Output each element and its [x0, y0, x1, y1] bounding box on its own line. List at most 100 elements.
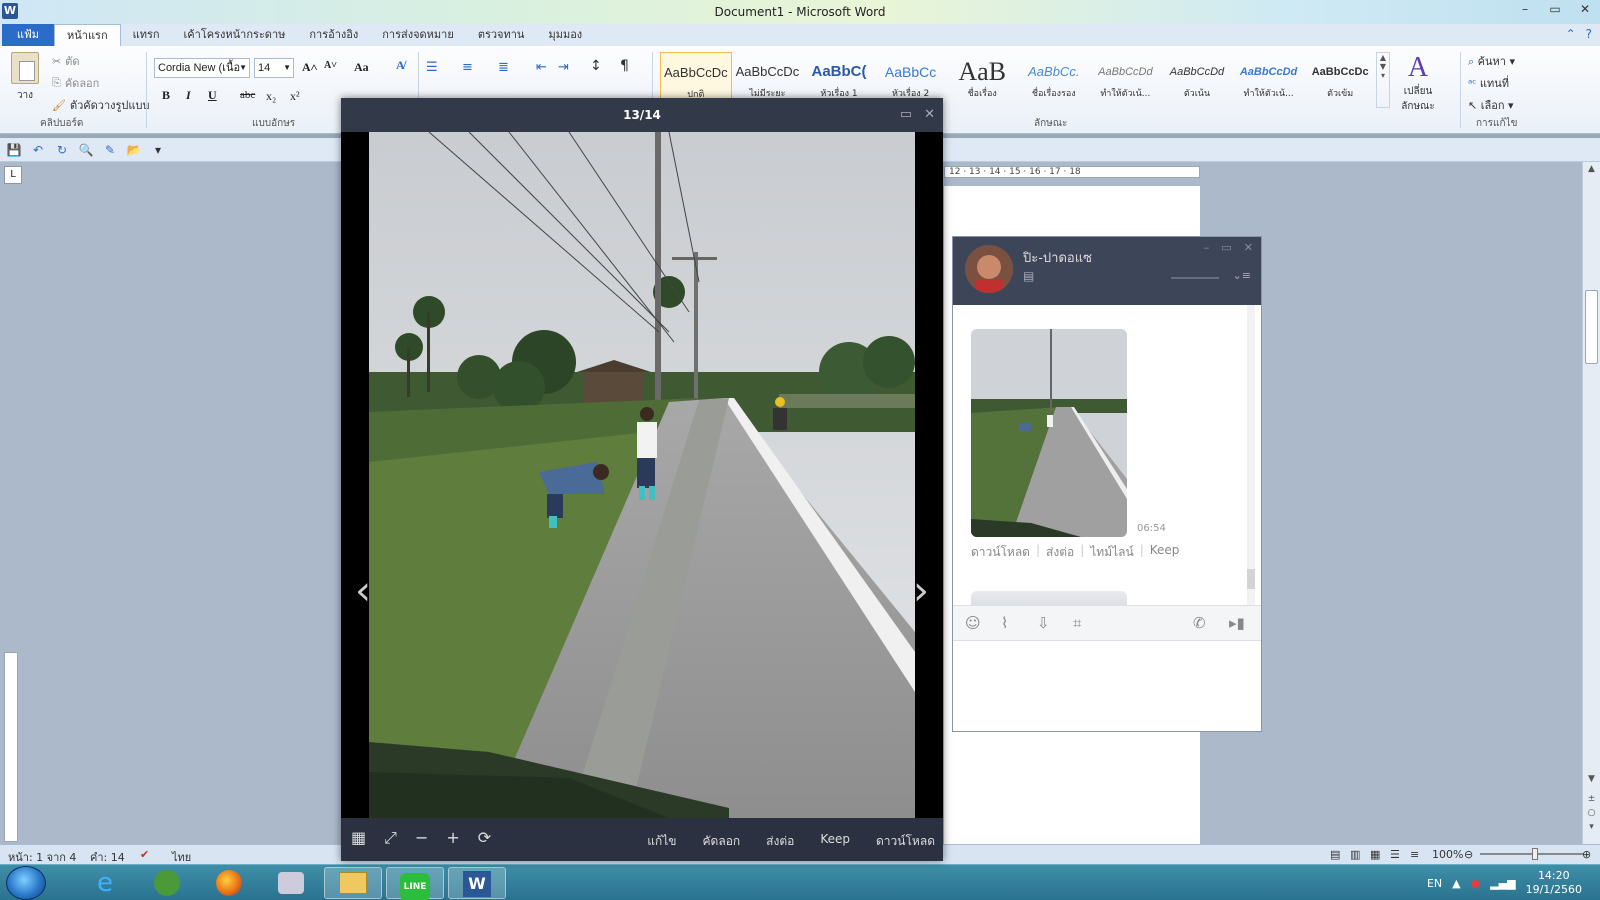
rotate-icon[interactable]: ⟳ — [478, 828, 491, 848]
format-painter-button[interactable]: 🖌 ตัวคัดวางรูปแบบ — [52, 96, 149, 114]
find-button[interactable]: ⌕ ค้นหา ▾ — [1468, 52, 1515, 74]
previous-page-icon[interactable]: ± — [1583, 794, 1600, 804]
scroll-up-icon[interactable]: ▲ — [1583, 164, 1600, 174]
zoom-level[interactable]: 100% — [1432, 848, 1463, 861]
previous-image-button[interactable]: ‹ — [355, 568, 371, 614]
avatar[interactable] — [965, 245, 1013, 293]
emoji-icon[interactable]: ☺ — [965, 614, 981, 632]
firefox-icon[interactable] — [200, 867, 258, 899]
zoom-slider[interactable] — [1480, 848, 1584, 860]
minimize-button[interactable]: – — [1510, 0, 1540, 20]
show-hidden-icons-icon[interactable]: ▲ — [1452, 877, 1460, 890]
attachment-icon[interactable]: ⌇ — [1001, 614, 1008, 632]
close-icon[interactable]: ✕ — [924, 98, 935, 132]
forward-button[interactable]: ส่งต่อ — [766, 832, 794, 851]
vertical-scrollbar[interactable]: ▲ ▼ ± ○ ▾ — [1582, 162, 1600, 844]
tab-insert[interactable]: แทรก — [121, 24, 172, 46]
close-button[interactable]: ✕ — [1570, 0, 1600, 20]
antivirus-icon[interactable]: ● — [1471, 877, 1481, 890]
style-intense-emphasis[interactable]: AaBbCcDd ทำให้ตัวเน้... — [1233, 52, 1305, 108]
underline-button[interactable]: U — [208, 88, 217, 103]
open-folder-icon[interactable]: 📂 — [126, 142, 142, 158]
scroll-down-icon[interactable]: ▼ — [1583, 774, 1600, 784]
photo-message[interactable] — [971, 591, 1127, 605]
video-call-icon[interactable]: ▸▮ — [1229, 614, 1245, 632]
clock[interactable]: 14:20 19/1/2560 — [1526, 869, 1582, 897]
bold-button[interactable]: B — [162, 88, 170, 103]
grow-font-button[interactable]: A˄ — [302, 60, 318, 75]
next-page-icon[interactable]: ▾ — [1583, 822, 1600, 832]
restore-button[interactable]: ▭ — [1540, 0, 1570, 20]
keep-button[interactable]: Keep — [820, 832, 850, 851]
italic-button[interactable]: I — [186, 88, 191, 103]
menu-icon[interactable]: ⌄≡ — [1233, 269, 1251, 282]
style-emphasis[interactable]: AaBbCcDd ตัวเน้น — [1161, 52, 1233, 108]
help-icon[interactable]: ? — [1586, 27, 1592, 41]
signal-icon[interactable]: ▂▄▆ — [1490, 877, 1515, 890]
phone-icon[interactable]: ✆ — [1193, 614, 1206, 632]
tab-view[interactable]: มุมมอง — [536, 24, 594, 46]
language-bar[interactable]: EN — [1427, 877, 1442, 890]
chat-scrollbar[interactable] — [1247, 305, 1255, 605]
zoom-in-icon[interactable]: + — [446, 828, 459, 848]
download-button[interactable]: ดาวน์โหลด — [876, 832, 935, 851]
maximize-icon[interactable]: ▭ — [1221, 241, 1231, 254]
expand-icon[interactable]: ⤢ — [384, 828, 397, 848]
message-input[interactable] — [953, 641, 1261, 731]
styles-scroll[interactable]: ▲ ▼ ▾ — [1376, 52, 1390, 108]
grid-icon[interactable]: ▦ — [351, 828, 366, 848]
select-button[interactable]: ↖ เลือก ▾ — [1468, 96, 1515, 118]
superscript-button[interactable]: x² — [290, 89, 300, 104]
tab-references[interactable]: การอ้างอิง — [297, 24, 370, 46]
style-subtitle[interactable]: AaBbCc. ชื่อเรื่องรอง — [1018, 52, 1090, 108]
keep-link[interactable]: Keep — [1150, 543, 1180, 562]
app-green-icon[interactable] — [138, 867, 196, 899]
edit-icon[interactable]: ✎ — [102, 142, 118, 158]
zoom-out-icon[interactable]: − — [415, 828, 428, 848]
subscript-button[interactable]: x₂ — [266, 89, 276, 104]
note-icon[interactable]: ▤ — [1023, 269, 1034, 283]
print-layout-icon[interactable]: ▤ — [1330, 848, 1340, 861]
tab-file[interactable]: แฟ้ม — [2, 24, 54, 46]
style-strong[interactable]: AaBbCcDc ตัวเข้ม — [1304, 52, 1376, 108]
shrink-font-button[interactable]: A˅ — [324, 60, 337, 71]
web-layout-icon[interactable]: ▦ — [1370, 848, 1380, 861]
numbering-icon[interactable]: ≡ — [462, 60, 473, 75]
print-preview-icon[interactable]: 🔍 — [78, 142, 94, 158]
minimize-icon[interactable]: – — [1204, 241, 1210, 254]
tab-review[interactable]: ตรวจทาน — [466, 24, 537, 46]
tab-page-layout[interactable]: เค้าโครงหน้ากระดาษ — [172, 24, 298, 46]
zoom-slider-knob[interactable] — [1532, 848, 1538, 860]
file-explorer-icon[interactable] — [324, 867, 382, 899]
increase-indent-icon[interactable]: ⇥ — [558, 60, 569, 75]
font-name-select[interactable]: Cordia New (เนื้อ ▼ — [154, 58, 250, 78]
tab-home[interactable]: หน้าแรก — [54, 24, 121, 46]
replace-button[interactable]: ᵃᶜ แทนที่ — [1468, 74, 1515, 96]
full-screen-reading-icon[interactable]: ▥ — [1350, 848, 1360, 861]
scroll-thumb[interactable] — [1585, 290, 1598, 364]
sort-icon[interactable]: ↕ — [590, 58, 602, 74]
collapse-ribbon-icon[interactable]: ⌃ — [1566, 27, 1576, 41]
app-gray-icon[interactable] — [262, 867, 320, 899]
show-formatting-button[interactable]: ¶ — [620, 58, 629, 74]
forward-link[interactable]: ส่งต่อ — [1046, 543, 1074, 562]
next-image-button[interactable]: › — [913, 568, 929, 614]
photo-message[interactable] — [971, 329, 1127, 537]
change-case-button[interactable]: Aa — [354, 60, 369, 75]
tab-mailings[interactable]: การส่งจดหมาย — [370, 24, 466, 46]
crop-screenshot-icon[interactable]: ⌗ — [1073, 614, 1081, 632]
save-icon[interactable]: 💾 — [6, 142, 22, 158]
copy-button[interactable]: คัดลอก — [703, 832, 741, 851]
change-styles-button[interactable]: A เปลี่ยน ลักษณะ — [1394, 52, 1442, 114]
edit-button[interactable]: แก้ไข — [647, 832, 676, 851]
multilevel-list-icon[interactable]: ≣ — [498, 60, 509, 75]
line-icon[interactable]: LINE — [386, 867, 444, 900]
copy-button[interactable]: ⎘ คัดลอก — [52, 74, 99, 92]
close-icon[interactable]: ✕ — [1244, 241, 1253, 254]
transparency-slider[interactable] — [1171, 277, 1219, 279]
word-icon[interactable]: W — [448, 867, 506, 899]
zoom-in-icon[interactable]: ⊕ — [1582, 848, 1591, 861]
font-size-select[interactable]: 14 ▼ — [254, 58, 294, 78]
tab-selector[interactable]: L — [4, 166, 22, 184]
outline-icon[interactable]: ☰ — [1390, 848, 1400, 861]
